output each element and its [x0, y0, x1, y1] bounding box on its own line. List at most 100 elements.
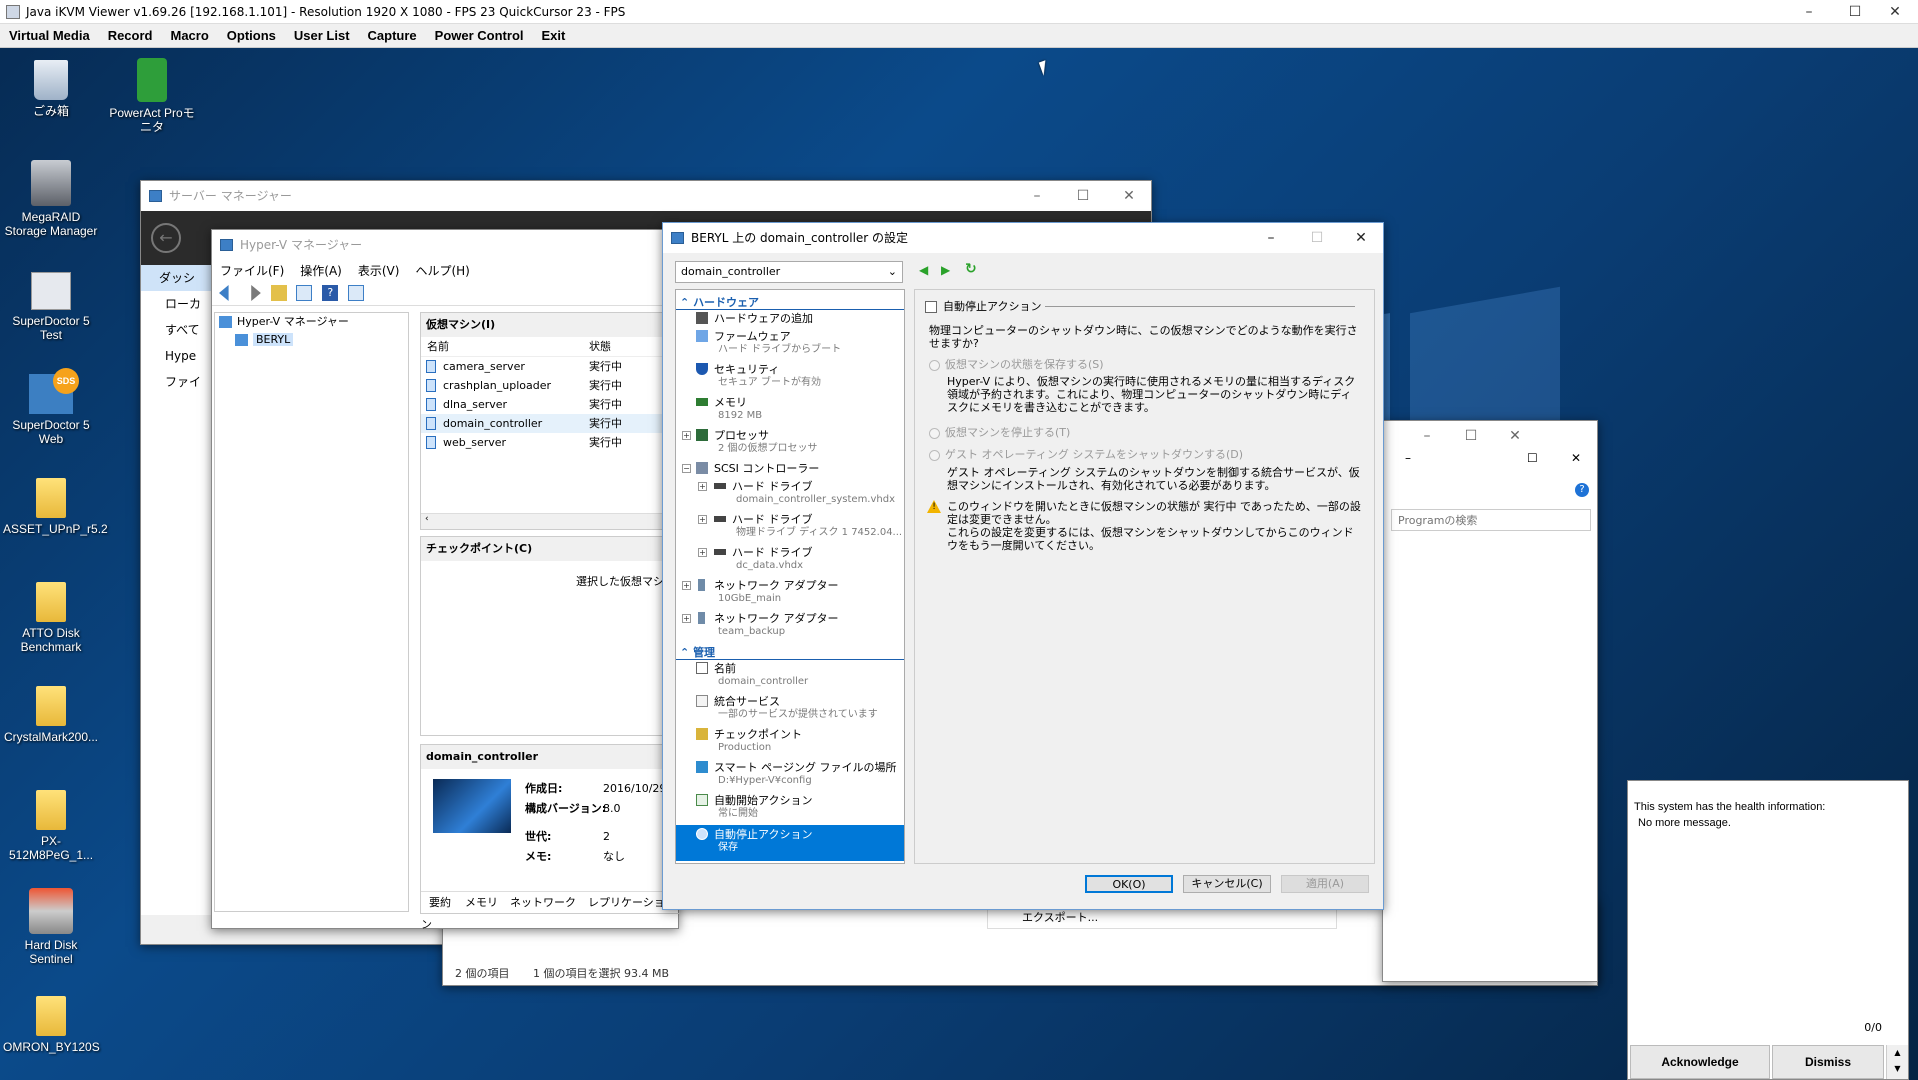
tree-root[interactable]: Hyper-V マネージャー — [215, 313, 408, 331]
vm-select[interactable]: domain_controller ⌄ — [675, 261, 903, 283]
folder-up-icon[interactable] — [270, 285, 287, 301]
tree-network-adapter-2[interactable]: ネットワーク アダプター team_backup — [696, 612, 839, 638]
tree-hard-drive-1[interactable]: ハード ドライブ domain_controller_system.vhdx — [714, 480, 895, 506]
tree-hard-drive-2[interactable]: ハード ドライブ 物理ドライブ ディスク 1 7452.04... — [714, 513, 902, 539]
tree-checkpoint[interactable]: チェックポイント Production — [696, 728, 802, 754]
nav-all[interactable]: すべて — [141, 317, 213, 343]
desktop-icon-omron[interactable]: OMRON_BY120S — [3, 996, 100, 1054]
tree-firmware[interactable]: ファームウェア ハード ドライブからブート — [696, 330, 841, 356]
tree-auto-stop-selected[interactable]: 自動停止アクション 保存 — [676, 825, 904, 861]
back-icon[interactable] — [219, 285, 229, 301]
tree-add-hardware[interactable]: ハードウェアの追加 — [696, 312, 813, 325]
desktop-icon-px512[interactable]: PX-512M8PeG_1... — [3, 790, 99, 862]
cancel-button[interactable]: キャンセル(C) — [1183, 875, 1271, 893]
expand-icon[interactable]: + — [698, 482, 707, 491]
back-arrow-icon[interactable]: ← — [151, 223, 181, 253]
tab-network[interactable]: ネットワーク — [504, 896, 582, 909]
pane-icon[interactable] — [348, 285, 365, 301]
close-icon[interactable]: ✕ — [1339, 223, 1383, 253]
tree-network-adapter-1[interactable]: ネットワーク アダプター 10GbE_main — [696, 579, 839, 605]
tree-name[interactable]: 名前 domain_controller — [696, 662, 808, 688]
collapse-icon[interactable]: − — [682, 464, 691, 473]
menu-virtual-media[interactable]: Virtual Media — [0, 24, 99, 48]
expand-icon[interactable]: + — [698, 515, 707, 524]
tree-processor[interactable]: プロセッサ 2 個の仮想プロセッサ — [696, 429, 818, 455]
horizontal-scrollbar[interactable]: ‹ — [421, 513, 679, 529]
vm-row[interactable]: crashplan_uploader 実行中 — [421, 376, 679, 395]
menu-capture[interactable]: Capture — [359, 24, 426, 48]
tree-auto-start[interactable]: 自動開始アクション 常に開始 — [696, 794, 812, 820]
acknowledge-button[interactable]: Acknowledge — [1630, 1045, 1770, 1079]
vm-thumbnail[interactable] — [433, 779, 511, 833]
maximize-icon[interactable]: ☐ — [1527, 451, 1538, 465]
tree-security[interactable]: セキュリティ セキュア ブートが有効 — [696, 363, 821, 389]
tree-scsi-controller[interactable]: SCSI コントローラー — [696, 462, 819, 475]
menu-file[interactable]: ファイル(F) — [212, 260, 292, 282]
desktop-icon-crystalmark[interactable]: CrystalMark200... — [3, 686, 99, 744]
menu-action[interactable]: 操作(A) — [292, 260, 350, 282]
nav-file[interactable]: ファイ — [141, 369, 213, 395]
menu-exit[interactable]: Exit — [533, 24, 575, 48]
dismiss-button[interactable]: Dismiss — [1772, 1045, 1884, 1079]
help-icon[interactable]: ? — [322, 285, 339, 301]
tree-smart-paging[interactable]: スマート ページング ファイルの場所 D:¥Hyper-V¥config — [696, 761, 896, 787]
minimize-icon[interactable]: – — [1015, 181, 1059, 211]
expand-icon[interactable]: + — [698, 548, 707, 557]
help-icon[interactable]: ? — [1575, 483, 1589, 497]
maximize-icon[interactable]: ☐ — [1061, 181, 1105, 211]
vm-row[interactable]: camera_server 実行中 — [421, 357, 679, 376]
menu-macro[interactable]: Macro — [161, 24, 217, 48]
tab-summary[interactable]: 要約 — [421, 896, 459, 909]
desktop-icon-hard-disk-sentinel[interactable]: Hard Disk Sentinel — [3, 888, 99, 966]
vm-row[interactable]: web_server 実行中 — [421, 433, 679, 452]
forward-icon[interactable] — [251, 285, 261, 301]
search-input[interactable] — [1391, 509, 1591, 531]
desktop-icon-superdoctor-test[interactable]: SuperDoctor 5 Test — [3, 272, 99, 342]
expand-icon[interactable]: + — [682, 581, 691, 590]
previous-icon[interactable]: ◀ — [919, 263, 928, 277]
close-icon[interactable]: ✕ — [1872, 0, 1918, 24]
tree-hard-drive-3[interactable]: ハード ドライブ dc_data.vhdx — [714, 546, 813, 572]
minimize-icon[interactable]: – — [1405, 451, 1411, 465]
vm-row-selected[interactable]: domain_controller 実行中 — [421, 414, 679, 433]
column-name[interactable]: 名前 — [427, 337, 449, 357]
desktop-icon-poweract[interactable]: PowerAct Proモニタ — [104, 58, 200, 134]
menu-help[interactable]: ヘルプ(H) — [407, 260, 477, 282]
menu-user-list[interactable]: User List — [285, 24, 359, 48]
desktop-icon-atto[interactable]: ATTO Disk Benchmark — [3, 582, 99, 654]
next-icon[interactable]: ▶ — [941, 263, 950, 277]
console-icon[interactable] — [296, 285, 313, 301]
menu-power-control[interactable]: Power Control — [426, 24, 533, 48]
export-item[interactable]: エクスポート... — [987, 907, 1337, 929]
vm-row[interactable]: dlna_server 実行中 — [421, 395, 679, 414]
maximize-icon[interactable]: ☐ — [1449, 421, 1493, 451]
expand-icon[interactable]: + — [682, 614, 691, 623]
desktop-icon-superdoctor-web[interactable]: SDS SuperDoctor 5 Web — [3, 368, 99, 446]
menu-options[interactable]: Options — [218, 24, 285, 48]
close-icon[interactable]: ✕ — [1493, 421, 1537, 451]
desktop-icon-recycle-bin[interactable]: ごみ箱 — [3, 60, 99, 118]
menu-record[interactable]: Record — [99, 24, 162, 48]
tree-integration-services[interactable]: 統合サービス 一部のサービスが提供されています — [696, 695, 878, 721]
nav-hyperv[interactable]: Hype — [141, 343, 213, 369]
desktop-icon-megaraid[interactable]: MegaRAID Storage Manager — [3, 160, 99, 238]
tree-memory[interactable]: メモリ 8192 MB — [696, 396, 762, 422]
minimize-icon[interactable]: – — [1249, 223, 1293, 253]
close-icon[interactable]: ✕ — [1571, 451, 1581, 465]
section-management[interactable]: ⌃ 管理 — [680, 644, 715, 660]
minimize-icon[interactable]: – — [1405, 421, 1449, 451]
section-hardware[interactable]: ⌃ ハードウェア — [680, 294, 759, 310]
close-icon[interactable]: ✕ — [1107, 181, 1151, 211]
expand-icon[interactable]: + — [682, 431, 691, 440]
health-scrollbar[interactable]: ▲ ▼ — [1886, 1045, 1908, 1079]
menu-view[interactable]: 表示(V) — [350, 260, 408, 282]
ok-button[interactable]: OK(O) — [1085, 875, 1173, 893]
nav-dashboard[interactable]: ダッシ — [141, 265, 213, 291]
desktop-icon-asset-upnp[interactable]: ASSET_UPnP_r5.2 — [3, 478, 108, 536]
column-state[interactable]: 状態 — [589, 337, 611, 357]
tab-memory[interactable]: メモリ — [459, 896, 504, 909]
minimize-icon[interactable]: – — [1786, 0, 1832, 24]
nav-local[interactable]: ローカ — [141, 291, 213, 317]
tree-host-beryl[interactable]: BERYL — [215, 331, 408, 349]
refresh-icon[interactable]: ↻ — [965, 261, 977, 277]
